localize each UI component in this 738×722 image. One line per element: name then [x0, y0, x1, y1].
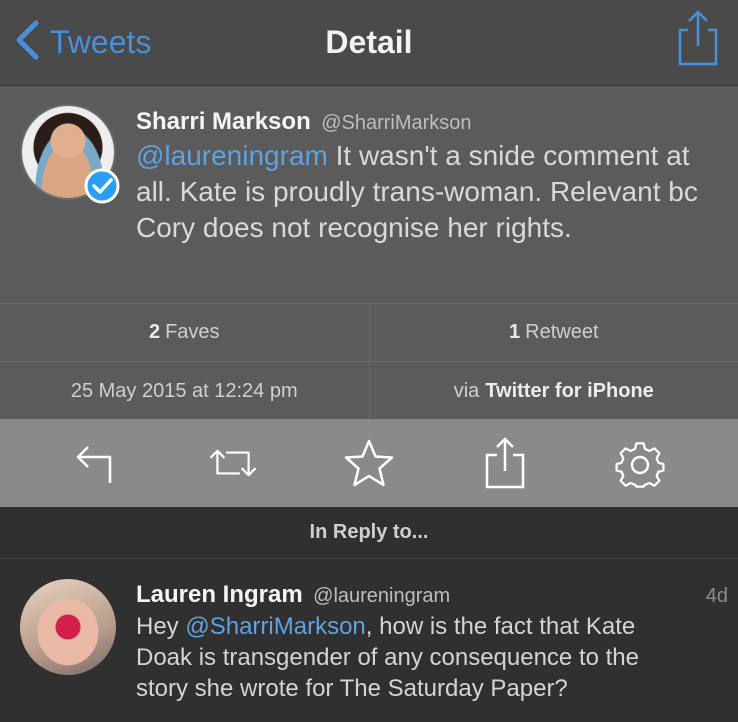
- avatar[interactable]: [20, 579, 116, 675]
- author-handle[interactable]: @SharriMarkson: [321, 112, 471, 134]
- tweet-stats: 2 Faves 1 Retweet 25 May 2015 at 12:24 p…: [0, 303, 738, 420]
- timestamp-text: 25 May 2015 at 12:24 pm: [70, 379, 298, 402]
- retweet-button[interactable]: [207, 437, 259, 489]
- settings-gear-icon: [615, 442, 665, 488]
- in-reply-to-header[interactable]: In Reply to...: [0, 507, 738, 559]
- settings-button[interactable]: [614, 437, 666, 489]
- reply-author-name[interactable]: Lauren Ingram: [136, 581, 303, 608]
- faves-count[interactable]: 2 Faves: [0, 304, 370, 361]
- client-name: Twitter for iPhone: [485, 379, 654, 402]
- action-bar: [0, 419, 738, 507]
- mention-link[interactable]: @laureningram: [136, 140, 328, 171]
- faves-number: 2: [148, 321, 161, 343]
- share-button[interactable]: [678, 10, 718, 66]
- stats-row-meta: 25 May 2015 at 12:24 pm via Twitter for …: [0, 362, 738, 420]
- reply-button[interactable]: [72, 437, 124, 489]
- avatar[interactable]: [20, 104, 120, 204]
- faves-label: Faves: [165, 321, 220, 343]
- tweet-detail: Sharri Markson @SharriMarkson @laurening…: [0, 86, 738, 303]
- tweet-text: @laureningram It wasn't a snide comment …: [136, 138, 726, 246]
- share-tweet-button[interactable]: [479, 437, 531, 489]
- via-label: via: [453, 379, 480, 402]
- timestamp: 25 May 2015 at 12:24 pm: [0, 362, 370, 420]
- client-source[interactable]: via Twitter for iPhone: [370, 362, 738, 420]
- share-icon: [485, 437, 524, 489]
- reply-time: 4d: [705, 585, 728, 607]
- favorite-button[interactable]: [343, 437, 395, 489]
- mention-link[interactable]: @SharriMarkson: [185, 613, 365, 640]
- navigation-bar: Tweets Detail: [0, 0, 738, 86]
- retweets-count[interactable]: 1 Retweet: [370, 304, 738, 361]
- author-line: Sharri Markson @SharriMarkson: [136, 108, 472, 136]
- favorite-star-icon: [344, 439, 394, 487]
- retweet-icon: [210, 449, 257, 477]
- reply-icon: [76, 446, 112, 483]
- reply-text-before: Hey: [136, 613, 186, 640]
- page-title: Detail: [325, 24, 413, 60]
- reply-tweet[interactable]: Lauren Ingram @laureningram 4d Hey @Shar…: [0, 559, 738, 722]
- reply-author-handle[interactable]: @laureningram: [313, 585, 450, 607]
- verified-badge-icon: [84, 168, 120, 204]
- reply-author-line: Lauren Ingram @laureningram: [136, 581, 450, 609]
- retweets-label: Retweet: [525, 321, 599, 343]
- stats-row-counts: 2 Faves 1 Retweet: [0, 304, 738, 362]
- retweets-number: 1: [509, 321, 521, 343]
- reply-text: Hey @SharriMarkson, how is the fact that…: [136, 611, 696, 704]
- author-name[interactable]: Sharri Markson: [136, 108, 311, 135]
- share-icon: [678, 10, 718, 66]
